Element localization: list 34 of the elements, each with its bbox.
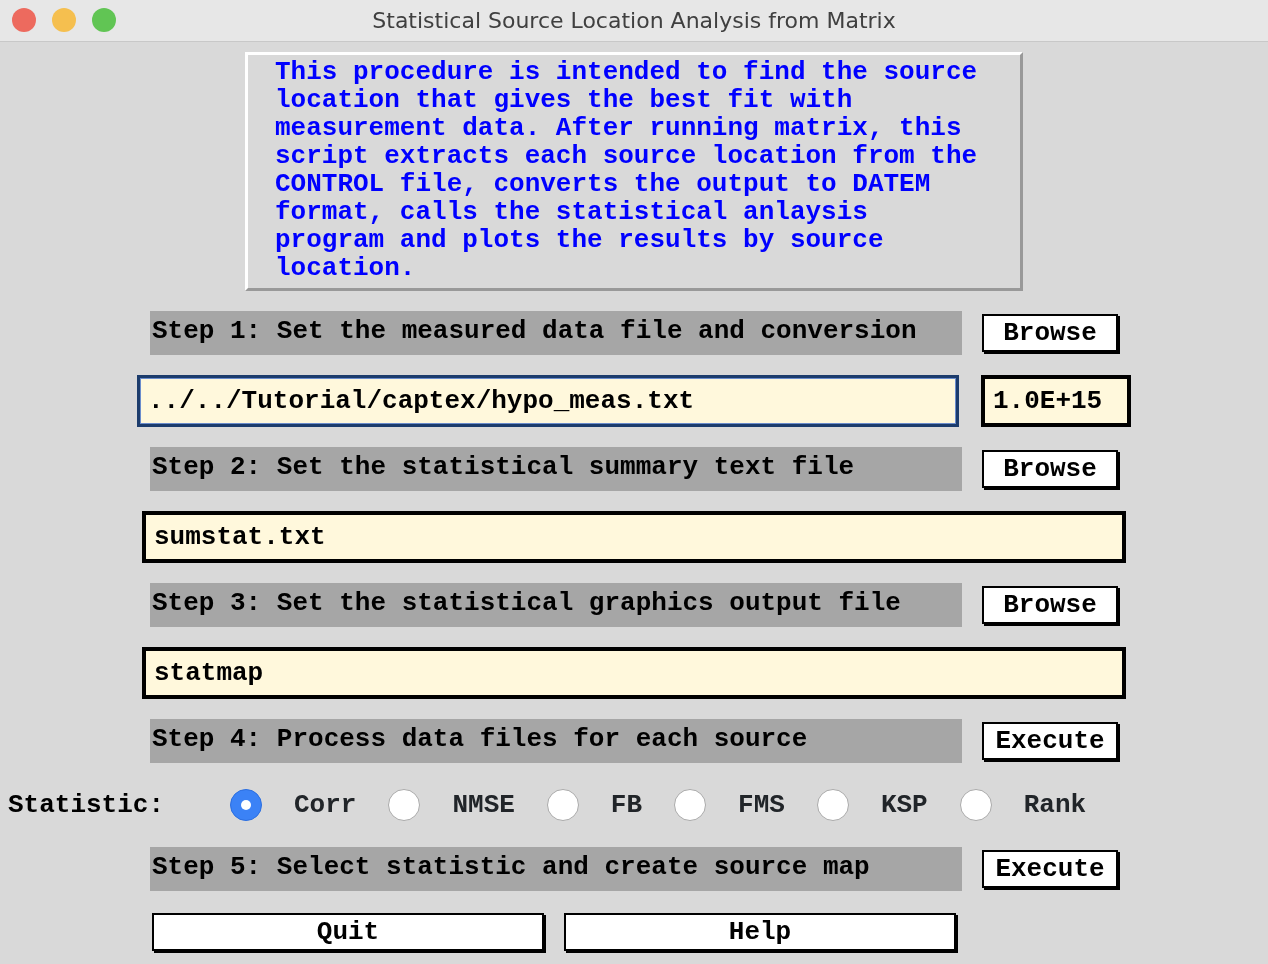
radio-label: FMS [738,788,785,822]
radio-label: NMSE [452,788,515,822]
step-label: Step 3: Set the statistical graphics output file [150,583,962,627]
zoom-button[interactable] [92,8,116,32]
statistic-label: Statistic: [8,788,166,822]
text-field[interactable]: 1.0E+15 [981,375,1131,427]
window-title: Statistical Source Location Analysis from Matrix [372,7,896,35]
dialog-button[interactable]: Help [564,913,956,951]
radio-button[interactable] [959,789,992,821]
action-button[interactable]: Execute [982,722,1118,760]
close-button[interactable] [12,8,36,32]
radio-button[interactable] [388,789,421,821]
action-button[interactable]: Browse [982,314,1118,352]
action-button[interactable]: Browse [982,450,1118,488]
step-label: Step 2: Set the statistical summary text file [150,447,962,491]
dialog-button[interactable]: Quit [152,913,544,951]
radio-button[interactable] [674,789,707,821]
action-button[interactable]: Execute [982,850,1118,888]
step-label: Step 4: Process data files for each source [150,719,962,763]
radio-button[interactable] [816,789,849,821]
text-field[interactable]: ../../Tutorial/captex/hypo_meas.txt [137,375,959,427]
minimize-button[interactable] [52,8,76,32]
radio-button[interactable] [546,789,579,821]
radio-label: Rank [1023,788,1087,822]
radio-button[interactable] [230,789,262,821]
radio-label: Corr [294,788,357,822]
text-field[interactable]: sumstat.txt [142,511,1126,563]
text-field[interactable]: statmap [142,647,1126,699]
description-text: This procedure is intended to find the source location that gives the best fit with measurement data. After running matrix, this script extracts each source location from the CONTROL file, converts the output to DATEM format, calls the statistical anlaysis program and plots the results by source location. [275,58,979,282]
action-button[interactable]: Browse [982,586,1118,624]
radio-label: FB [610,788,643,822]
step-label: Step 1: Set the measured data file and conversion [150,311,962,355]
radio-label: KSP [880,788,928,822]
step-label: Step 5: Select statistic and create source map [150,847,962,891]
